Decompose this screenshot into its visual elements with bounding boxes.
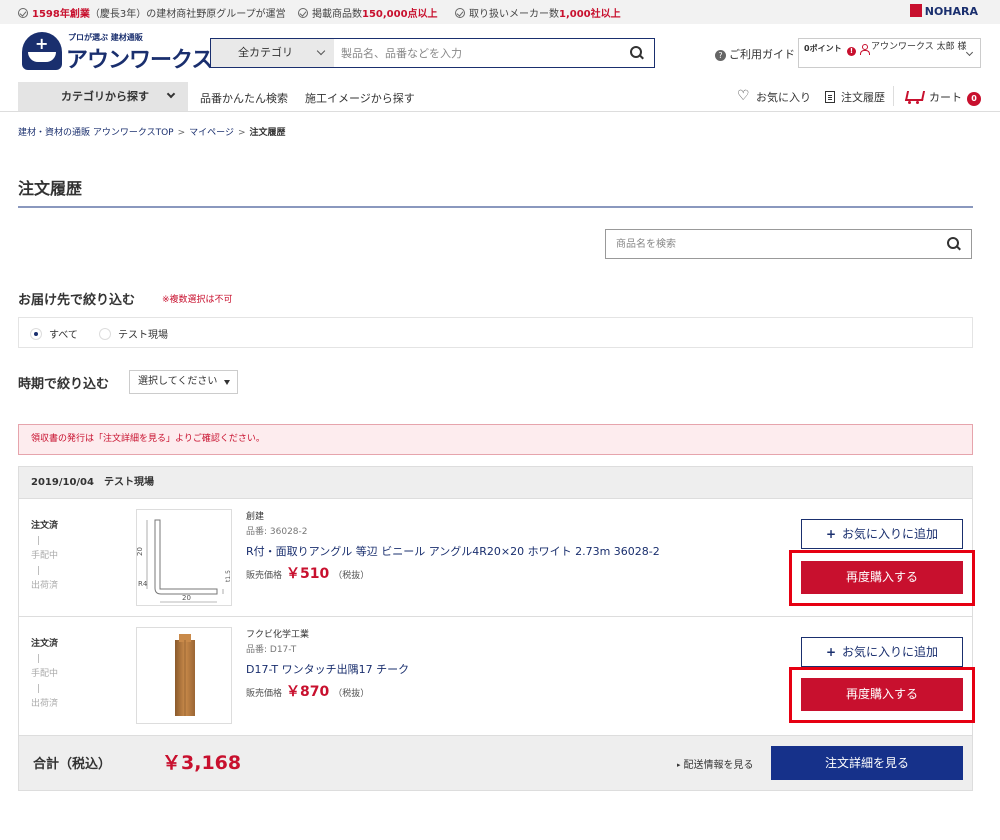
dim-thickness-label: t1.5: [225, 570, 232, 582]
check-icon: [18, 8, 28, 18]
guide-link[interactable]: ? ご利用ガイド: [715, 46, 795, 62]
check-icon: [298, 8, 308, 18]
heart-plus-icon: [737, 88, 751, 104]
order-item: 注文済 | 手配中 | 出荷済 フクビ化学工業 品番: D17-T D17-T …: [19, 616, 975, 734]
points-display: 0ポイント: [804, 44, 842, 53]
dim-width-label: 20: [182, 594, 191, 602]
product-maker: 創建: [246, 512, 265, 522]
filter-period-title: 時期で絞り込む: [18, 377, 110, 392]
product-search: [605, 229, 972, 259]
search-input[interactable]: [341, 43, 611, 63]
dropdown-arrow-icon: [224, 380, 230, 385]
radio-all[interactable]: すべて: [30, 326, 78, 341]
order-site: テスト現場: [103, 477, 154, 488]
logo-name: アウンワークス: [66, 48, 213, 73]
order-detail-button[interactable]: 注文詳細を見る: [771, 746, 963, 780]
nav-divider: [0, 111, 1000, 112]
breadcrumb-current: 注文履歴: [249, 128, 286, 138]
topbar-makers: 取り扱いメーカー数1,000社以上: [455, 5, 621, 20]
add-favorite-button[interactable]: + お気に入りに追加: [801, 519, 963, 549]
filter-destination-title: お届け先で絞り込む: [18, 293, 136, 308]
chevron-down-icon: [166, 89, 176, 99]
nohara-logo[interactable]: NOHARA: [909, 4, 978, 18]
nohara-mark-icon: [909, 4, 922, 17]
radio-selected-icon: [30, 328, 42, 340]
dim-height-label: 20: [137, 547, 144, 556]
total-label: 合計（税込）: [33, 757, 112, 772]
alert-icon: !: [847, 47, 856, 56]
dim-radius-label: R4: [138, 580, 148, 588]
shipping-info-link[interactable]: 配送情報を見る: [677, 756, 754, 771]
rebuy-button[interactable]: 再度購入する: [801, 561, 963, 594]
title-underline: [18, 206, 973, 208]
product-image[interactable]: [136, 627, 232, 724]
angle-diagram: 20 20 R4 t1.5: [137, 519, 232, 603]
order-date: 2019/10/04: [31, 477, 94, 488]
order-header: 2019/10/04 テスト現場: [19, 467, 972, 498]
product-image[interactable]: 20 20 R4 t1.5: [136, 509, 232, 606]
nav-partnumber-search[interactable]: 品番かんたん検索: [200, 90, 288, 106]
order-card: 2019/10/04 テスト現場 注文済 | 手配中 | 出荷済 20 20 R4…: [18, 466, 975, 791]
add-favorite-button[interactable]: + お気に入りに追加: [801, 637, 963, 667]
document-icon: [825, 91, 835, 103]
site-search: 全カテゴリ: [210, 38, 655, 68]
nav-image-search[interactable]: 施工イメージから探す: [305, 90, 415, 106]
corner-trim-image: [175, 634, 195, 716]
product-search-input[interactable]: [616, 235, 916, 253]
page-title: 注文履歴: [18, 179, 83, 198]
nav-cart[interactable]: カート 0: [903, 89, 981, 106]
destination-radio-group: すべて テスト現場: [18, 317, 973, 348]
question-icon: ?: [715, 50, 726, 61]
top-info-bar: 1598年創業（慶長3年）の建材商社野原グループが運営 掲載商品数150,000…: [0, 0, 1000, 24]
order-status: 注文済 | 手配中 | 出荷済: [31, 521, 59, 591]
period-select[interactable]: 選択してください: [129, 370, 238, 394]
user-name: アウンワークス 太郎 様: [871, 42, 967, 52]
product-price: 販売価格 ￥510 （税抜）: [246, 566, 370, 582]
check-icon: [455, 8, 465, 18]
order-footer: 合計（税込） ￥3,168 配送情報を見る 注文詳細を見る: [19, 735, 972, 790]
product-code: 品番: D17-T: [246, 645, 297, 655]
product-name-link[interactable]: D17-T ワンタッチ出隅17 チーク: [246, 661, 409, 677]
product-code: 品番: 36028-2: [246, 527, 308, 537]
search-icon[interactable]: [630, 46, 644, 60]
breadcrumb-mypage-link[interactable]: マイページ: [189, 128, 234, 138]
nav-order-history[interactable]: 注文履歴: [825, 89, 885, 105]
category-menu-button[interactable]: カテゴリから探す: [18, 82, 188, 111]
topbar-founded: 1598年創業（慶長3年）の建材商社野原グループが運営: [18, 5, 286, 20]
cart-icon: [903, 90, 923, 104]
product-name-link[interactable]: R付・面取りアングル 等辺 ビニール アングル4R20×20 ホワイト 2.73…: [246, 543, 660, 559]
order-status: 注文済 | 手配中 | 出荷済: [31, 639, 59, 709]
cart-count-badge: 0: [967, 92, 981, 106]
order-item: 注文済 | 手配中 | 出荷済 20 20 R4 t1.5 創建 品番: 360…: [19, 498, 975, 616]
product-price: 販売価格 ￥870 （税抜）: [246, 684, 370, 700]
topbar-products: 掲載商品数150,000点以上: [298, 5, 438, 20]
search-icon[interactable]: [947, 237, 961, 251]
breadcrumb: 建材・資材の通販 アウンワークスTOP > マイページ > 注文履歴: [18, 128, 286, 138]
radio-test-site[interactable]: テスト現場: [99, 326, 168, 341]
product-info: フクビ化学工業 品番: D17-T D17-T ワンタッチ出隅17 チーク 販売…: [246, 627, 409, 701]
filter-destination-note: ※複数選択は不可: [162, 295, 233, 305]
chevron-down-icon: [316, 46, 326, 56]
radio-empty-icon: [99, 328, 111, 340]
breadcrumb-top-link[interactable]: 建材・資材の通販 アウンワークスTOP: [18, 128, 174, 138]
search-category-select[interactable]: 全カテゴリ: [211, 39, 334, 67]
receipt-notice: 領収書の発行は「注文詳細を見る」よりご確認ください。: [18, 424, 973, 455]
product-info: 創建 品番: 36028-2 R付・面取りアングル 等辺 ビニール アングル4R…: [246, 509, 660, 583]
helmet-logo-icon: [22, 32, 62, 70]
nav-divider: [893, 86, 894, 106]
user-menu[interactable]: 0ポイント ! アウンワークス 太郎 様: [798, 38, 981, 68]
chevron-down-icon: [965, 48, 974, 57]
user-icon: [860, 44, 870, 55]
rebuy-button[interactable]: 再度購入する: [801, 678, 963, 711]
total-value: ￥3,168: [162, 752, 242, 774]
product-maker: フクビ化学工業: [246, 630, 310, 640]
site-logo[interactable]: プロが選ぶ 建材通販 アウンワークス: [22, 32, 213, 74]
nav-favorites[interactable]: お気に入り: [737, 88, 811, 105]
